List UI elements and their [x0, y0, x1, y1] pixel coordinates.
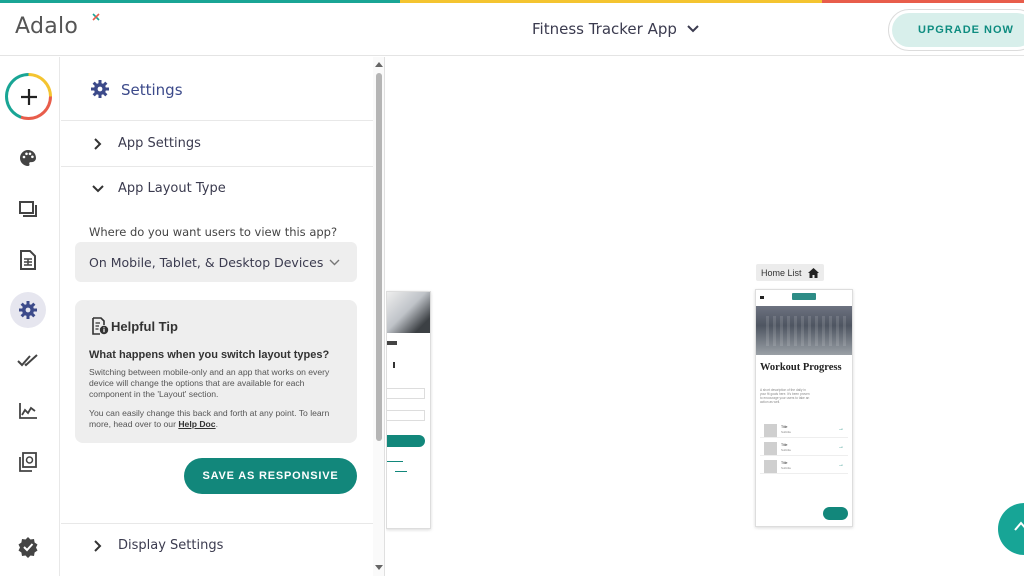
tip-paragraph-2: You can easily change this back and fort…	[89, 408, 347, 430]
settings-button[interactable]	[10, 292, 46, 328]
section-label: App Layout Type	[118, 181, 226, 196]
helpful-tip-card: Helpful Tip What happens when you switch…	[75, 300, 357, 443]
upgrade-wrapper: UPGRADE NOW	[888, 9, 1024, 51]
screen-link	[395, 471, 407, 472]
builder-canvas[interactable]: Home List Workout Progress A short descr…	[386, 57, 1024, 576]
marketplace-button[interactable]	[10, 444, 46, 480]
list-item-image	[764, 424, 777, 437]
components-icon	[19, 452, 37, 472]
section-label: Display Settings	[118, 538, 224, 553]
screens-icon	[19, 201, 37, 217]
logo-spark-icon	[92, 13, 100, 21]
home-icon	[807, 267, 819, 278]
chevron-right-icon	[94, 539, 102, 552]
settings-header: Settings	[61, 57, 373, 121]
publish-button[interactable]	[10, 343, 46, 379]
tip-paragraph: Switching between mobile-only and an app…	[89, 367, 330, 399]
analytics-button[interactable]	[10, 393, 46, 429]
screen-input	[387, 410, 425, 421]
screen-link	[387, 461, 403, 462]
top-header: Adalo Fitness Tracker App UPGRADE NOW	[0, 3, 1024, 56]
upgrade-button[interactable]: UPGRADE NOW	[892, 13, 1024, 47]
list-item-title: Title	[781, 443, 788, 447]
app-root: Adalo Fitness Tracker App UPGRADE NOW Se…	[0, 0, 1024, 576]
tip-paragraph-end: .	[215, 419, 218, 429]
preview-action-button	[823, 507, 848, 520]
list-item-subtitle: Subtitle	[781, 448, 792, 452]
badge-check-icon	[18, 537, 38, 558]
save-as-responsive-button[interactable]: SAVE AS RESPONSIVE	[184, 458, 357, 494]
list-item-subtitle: Subtitle	[781, 466, 792, 470]
palette-icon	[20, 150, 36, 166]
screens-button[interactable]	[10, 191, 46, 227]
list-item-subtitle: Subtitle	[781, 430, 792, 434]
company-logo	[792, 293, 816, 300]
screen-heading-fragment	[387, 362, 395, 368]
chevron-up-icon	[1014, 521, 1024, 531]
list-item-image	[764, 460, 777, 473]
tip-question: What happens when you switch layout type…	[89, 349, 330, 361]
branding-button[interactable]	[10, 140, 46, 176]
gear-icon	[91, 80, 109, 98]
screen-logo-mark	[387, 341, 397, 345]
settings-panel: Settings App Settings App Layout Type Wh…	[61, 57, 373, 576]
chevron-down-icon	[329, 259, 340, 265]
section-app-layout-type[interactable]: App Layout Type	[61, 166, 373, 211]
section-display-settings[interactable]: Display Settings	[61, 523, 373, 568]
layout-question: Where do you want users to view this app…	[89, 225, 338, 239]
document-info-icon	[92, 317, 109, 335]
arrow-right-icon: →	[838, 426, 844, 432]
list-item-title: Title	[781, 425, 788, 429]
tip-title: Helpful Tip	[111, 319, 178, 334]
menu-icon	[760, 296, 764, 299]
help-doc-link[interactable]: Help Doc	[178, 419, 215, 429]
preview-title: Workout Progress	[760, 362, 842, 373]
screen-preview-partial[interactable]	[386, 291, 431, 529]
screen-name: Home List	[761, 267, 802, 278]
panel-scrollbar[interactable]	[373, 57, 385, 576]
section-label: App Settings	[118, 136, 201, 151]
adalo-logo[interactable]: Adalo	[15, 14, 78, 39]
list-item: Title Subtitle →	[760, 440, 848, 456]
screen-name-label[interactable]: Home List	[756, 264, 824, 281]
settings-title: Settings	[121, 81, 183, 99]
gear-icon	[19, 301, 37, 319]
layout-type-value: On Mobile, Tablet, & Desktop Devices	[89, 254, 324, 270]
left-rail	[0, 57, 60, 576]
arrow-right-icon: →	[838, 462, 844, 468]
list-item-image	[764, 442, 777, 455]
preview-description: A short description of the daily in your…	[760, 388, 810, 404]
home-list-screen[interactable]: Workout Progress A short description of …	[755, 289, 853, 527]
screen-hero-image	[387, 292, 430, 333]
add-component-button[interactable]	[5, 73, 52, 120]
list-item: Title Subtitle →	[760, 422, 848, 438]
scrollbar-thumb[interactable]	[376, 73, 382, 441]
screen-button	[387, 435, 425, 447]
chevron-right-icon	[94, 137, 102, 150]
checklist-button[interactable]	[10, 529, 46, 565]
section-app-settings[interactable]: App Settings	[61, 121, 373, 166]
list-item-title: Title	[781, 461, 788, 465]
app-switcher[interactable]: Fitness Tracker App	[532, 20, 699, 38]
layout-type-select[interactable]: On Mobile, Tablet, & Desktop Devices	[75, 242, 357, 282]
double-check-icon	[17, 354, 38, 367]
plus-icon	[20, 88, 37, 105]
app-name: Fitness Tracker App	[532, 20, 677, 38]
database-button[interactable]	[10, 242, 46, 278]
chevron-down-icon	[92, 184, 104, 192]
chevron-down-icon	[687, 25, 699, 33]
scroll-down-icon[interactable]	[375, 565, 383, 571]
list-item: Title Subtitle →	[760, 458, 848, 474]
scroll-up-icon[interactable]	[375, 61, 383, 67]
screen-input	[387, 388, 425, 399]
database-icon	[20, 250, 36, 270]
analytics-icon	[19, 403, 37, 419]
hero-image	[756, 306, 852, 355]
arrow-right-icon: →	[838, 444, 844, 450]
